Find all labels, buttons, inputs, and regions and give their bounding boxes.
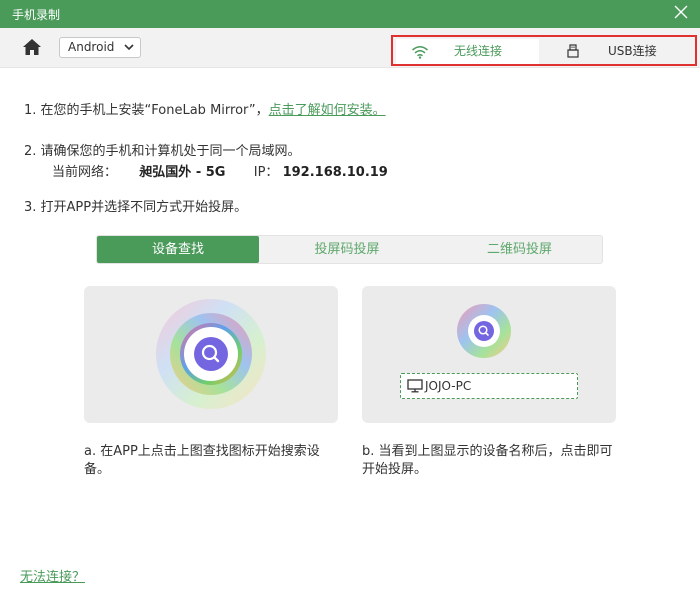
method-tabs: 设备查找 投屏码投屏 二维码投屏 bbox=[96, 235, 603, 264]
tab-cast-code[interactable]: 投屏码投屏 bbox=[267, 236, 427, 263]
step-2-text: 2. 请确保您的手机和计算机处于同一个局域网。 bbox=[24, 144, 301, 159]
tab-qr-code[interactable]: 二维码投屏 bbox=[437, 236, 602, 263]
monitor-icon bbox=[407, 379, 423, 393]
home-icon[interactable] bbox=[22, 38, 42, 56]
tab-usb[interactable]: USB连接 bbox=[541, 39, 693, 64]
ip-label: IP： bbox=[253, 165, 279, 180]
os-select-value: Android bbox=[68, 40, 115, 54]
close-icon[interactable] bbox=[672, 3, 690, 21]
network-label: 当前网络： bbox=[52, 165, 118, 180]
step-1: 1. 在您的手机上安装“FoneLab Mirror”，点击了解如何安装。 bbox=[24, 99, 386, 118]
window-title: 手机录制 bbox=[12, 8, 61, 22]
ip-value: 192.168.10.19 bbox=[282, 165, 388, 180]
wifi-icon bbox=[412, 46, 428, 59]
cannot-connect-link[interactable]: 无法连接？ bbox=[20, 566, 85, 585]
search-radar-icon bbox=[156, 299, 266, 409]
tab-device-search[interactable]: 设备查找 bbox=[97, 236, 259, 263]
description-a: a. 在APP上点击上图查找图标开始搜索设备。 bbox=[84, 444, 320, 477]
chevron-down-icon bbox=[124, 44, 134, 51]
title-bar: 手机录制 bbox=[0, 0, 700, 28]
found-device-item[interactable]: JOJO-PC bbox=[400, 373, 578, 399]
device-name: JOJO-PC bbox=[425, 379, 472, 393]
step-3-text: 3. 打开APP并选择不同方式开始投屏。 bbox=[24, 200, 248, 215]
search-illustration-card bbox=[84, 286, 338, 423]
network-name: 昶弘国外 - 5G bbox=[139, 165, 226, 180]
connection-type-tabs: 无线连接 USB连接 bbox=[391, 35, 697, 66]
search-radar-small-icon bbox=[457, 304, 511, 358]
tab-wireless[interactable]: 无线连接 bbox=[396, 39, 539, 64]
step-1-text: 1. 在您的手机上安装“FoneLab Mirror”， bbox=[24, 103, 269, 118]
install-guide-link[interactable]: 点击了解如何安装。 bbox=[269, 103, 386, 118]
network-info: 当前网络： 昶弘国外 - 5G IP： 192.168.10.19 bbox=[52, 161, 388, 180]
description-b: b. 当看到上图显示的设备名称后，点击即可开始投屏。 bbox=[362, 444, 613, 477]
tab-usb-label: USB连接 bbox=[608, 44, 657, 58]
os-select[interactable]: Android bbox=[59, 37, 141, 58]
tab-wireless-label: 无线连接 bbox=[454, 44, 503, 58]
device-found-card: JOJO-PC bbox=[362, 286, 616, 423]
usb-icon bbox=[567, 44, 579, 58]
